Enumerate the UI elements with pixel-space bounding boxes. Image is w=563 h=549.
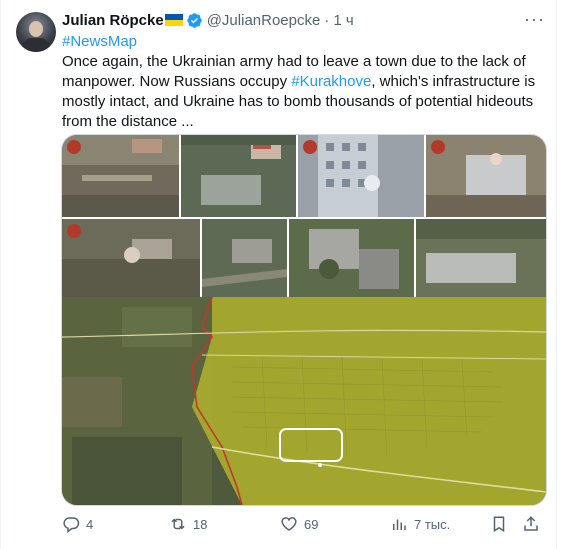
share-icon bbox=[524, 516, 538, 531]
drone-photo-4 bbox=[426, 135, 546, 217]
tweet-media-image[interactable] bbox=[61, 134, 547, 506]
repost-count: 18 bbox=[193, 516, 208, 532]
drone-photo-6 bbox=[202, 219, 287, 299]
like-count: 69 bbox=[304, 516, 319, 532]
views-button[interactable]: 7 тыс. bbox=[390, 514, 450, 534]
views-count: 7 тыс. bbox=[414, 516, 451, 532]
avatar-face bbox=[29, 21, 43, 37]
drone-photo-2 bbox=[181, 135, 296, 217]
author-handle[interactable]: @JulianRoepcke bbox=[207, 12, 321, 29]
like-button[interactable]: 69 bbox=[280, 514, 318, 534]
drone-photo-1 bbox=[62, 135, 179, 217]
right-border bbox=[556, 0, 557, 549]
avatar-shirt bbox=[22, 38, 50, 52]
heart-icon bbox=[281, 517, 297, 531]
hashtag-newsmap[interactable]: #NewsMap bbox=[62, 33, 137, 50]
tweet[interactable]: Julian Röpcke @JulianRoepcke · 1 ч ··· #… bbox=[0, 0, 563, 549]
verified-badge-icon bbox=[186, 12, 202, 28]
bookmark-button[interactable] bbox=[490, 514, 508, 534]
bookmark-icon bbox=[493, 516, 505, 533]
tweet-header: Julian Röpcke @JulianRoepcke · 1 ч bbox=[62, 10, 354, 30]
views-icon bbox=[393, 519, 406, 530]
drone-photo-3 bbox=[298, 135, 424, 217]
reply-button[interactable]: 4 bbox=[62, 514, 93, 534]
reply-icon bbox=[63, 517, 80, 533]
drone-photo-8 bbox=[416, 219, 546, 299]
hashtag-kurakhove[interactable]: #Kurakhove bbox=[291, 73, 371, 90]
author-name[interactable]: Julian Röpcke bbox=[62, 12, 164, 29]
repost-icon bbox=[171, 518, 185, 530]
repost-button[interactable]: 18 bbox=[169, 514, 207, 534]
tweet-text: Once again, the Ukrainian army had to le… bbox=[62, 52, 542, 132]
post-time[interactable]: 1 ч bbox=[333, 12, 353, 29]
separator-dot: · bbox=[324, 11, 330, 29]
avatar[interactable] bbox=[16, 12, 56, 52]
share-button[interactable] bbox=[522, 514, 540, 534]
drone-photo-7 bbox=[289, 219, 414, 299]
left-border bbox=[0, 0, 1, 549]
more-icon[interactable]: ··· bbox=[524, 10, 544, 32]
drone-photo-5 bbox=[62, 219, 200, 299]
ukraine-flag-icon bbox=[164, 14, 183, 26]
tweet-actions: 4 18 69 7 тыс. bbox=[62, 514, 548, 534]
front-line-map bbox=[62, 297, 546, 505]
reply-count: 4 bbox=[86, 516, 94, 532]
